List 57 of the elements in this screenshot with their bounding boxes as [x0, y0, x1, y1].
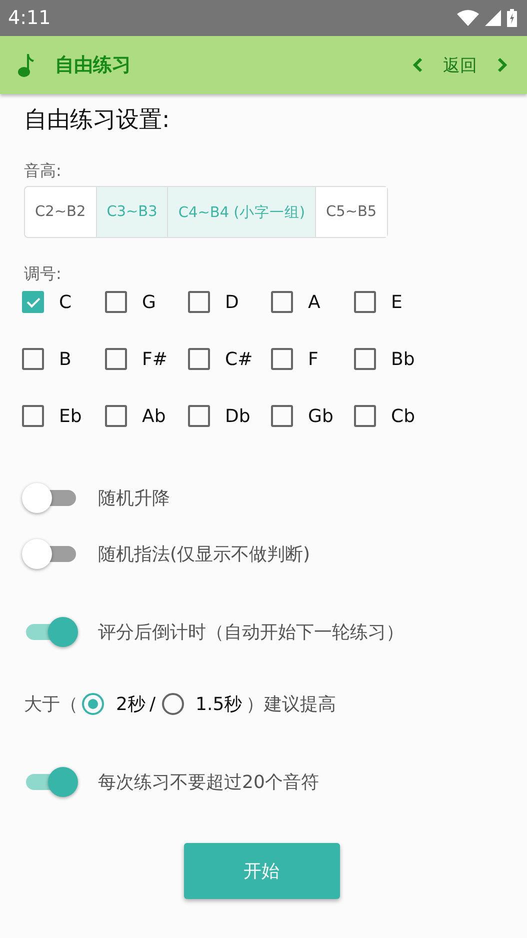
key-label: D	[225, 292, 239, 312]
key-label: G	[142, 292, 156, 312]
checkbox[interactable]	[271, 291, 293, 313]
key-label: C	[59, 292, 72, 312]
key-label: F	[308, 348, 318, 370]
battery-icon	[507, 9, 517, 27]
page-heading: 自由练习设置:	[24, 106, 171, 135]
key-label: Bb	[391, 348, 415, 370]
toggle-label: 评分后倒计时（自动开始下一轮练习）	[98, 621, 404, 644]
next-button[interactable]	[497, 57, 507, 73]
app-title: 自由练习	[55, 53, 131, 78]
radio-suffix: ）建议提高	[246, 693, 336, 716]
radio-prefix: 大于（	[24, 693, 78, 716]
range-option[interactable]: C3~B3	[96, 187, 168, 237]
key-label: Cb	[391, 406, 415, 426]
key-label: B	[59, 348, 72, 370]
checkbox[interactable]	[188, 348, 210, 370]
start-button[interactable]: 开始	[184, 843, 340, 899]
toggle-label: 随机升降	[98, 487, 170, 510]
checkbox[interactable]	[22, 291, 44, 313]
previous-button[interactable]	[413, 57, 423, 73]
checkbox[interactable]	[105, 291, 127, 313]
checkbox[interactable]	[22, 405, 44, 427]
radio-button[interactable]	[82, 693, 104, 715]
range-option[interactable]: C4~B4 (小字一组)	[167, 187, 315, 237]
checkbox[interactable]	[188, 405, 210, 427]
key-label: Eb	[59, 406, 82, 426]
checkbox[interactable]	[354, 405, 376, 427]
checkbox[interactable]	[354, 291, 376, 313]
key-label: C#	[225, 348, 253, 370]
checkbox[interactable]	[188, 291, 210, 313]
key-label: Ab	[142, 406, 166, 426]
radio-label: 2秒	[116, 693, 146, 716]
separator-text: /	[149, 694, 156, 714]
checkbox[interactable]	[271, 405, 293, 427]
toggle-label: 随机指法(仅显示不做判断)	[98, 543, 310, 566]
checkbox[interactable]	[271, 348, 293, 370]
radio-button[interactable]	[162, 693, 184, 715]
key-label: Gb	[308, 406, 334, 426]
checkbox[interactable]	[105, 405, 127, 427]
range-option[interactable]: C5~B5	[314, 187, 387, 237]
signal-icon	[485, 10, 501, 26]
back-button[interactable]: 返回	[443, 54, 477, 76]
radio-label: 1.5秒	[196, 693, 242, 716]
section-label: 音高:	[24, 161, 62, 182]
section-label: 调号:	[24, 264, 62, 285]
wifi-icon	[457, 10, 479, 26]
clock-time: 4:11	[8, 7, 51, 29]
key-label: A	[308, 292, 320, 312]
key-label: Db	[225, 406, 250, 426]
key-label: F#	[142, 348, 168, 370]
checkbox[interactable]	[105, 348, 127, 370]
toggle-label: 每次练习不要超过20个音符	[98, 771, 319, 794]
checkbox[interactable]	[22, 348, 44, 370]
music-note-icon	[18, 53, 34, 77]
key-label: E	[391, 292, 402, 312]
checkbox[interactable]	[354, 348, 376, 370]
